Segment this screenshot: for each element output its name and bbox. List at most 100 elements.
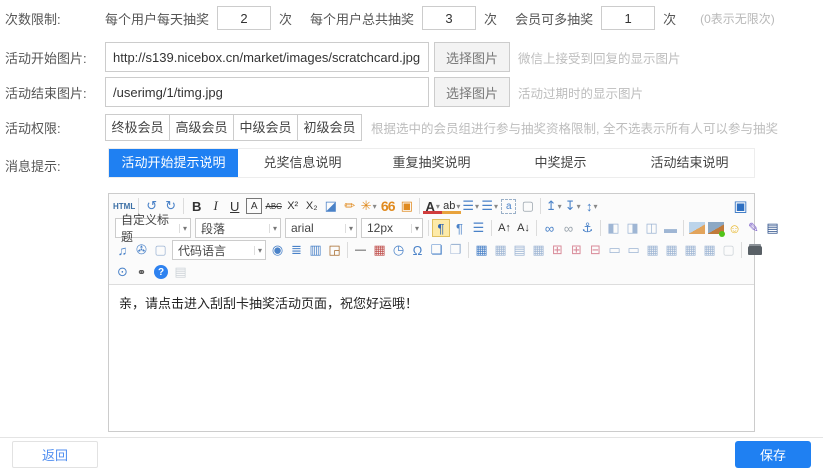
map-icon[interactable]: ❏ (427, 241, 446, 260)
superscript-icon[interactable]: X² (283, 197, 302, 216)
message-tab-1[interactable]: 兑奖信息说明 (238, 149, 367, 177)
blank-doc-icon[interactable]: ▢ (518, 197, 537, 216)
merge-cells-icon[interactable]: ▦ (643, 241, 662, 260)
music-icon[interactable]: ♫ (113, 241, 132, 260)
image-align-left-icon[interactable]: ◧ (604, 219, 623, 238)
highlight-color-icon[interactable]: ab▾ (442, 198, 461, 214)
message-tab-3[interactable]: 中奖提示 (496, 149, 625, 177)
member-level-option-2[interactable]: 中级会员 (233, 115, 297, 140)
start-image-pick-button[interactable]: 选择图片 (434, 42, 510, 72)
delete-row-icon[interactable]: ⊟ (586, 241, 605, 260)
clear-format-icon[interactable]: ✏ (340, 197, 359, 216)
insert-row-icon[interactable]: ⊞ (548, 241, 567, 260)
font-color-icon[interactable]: A▾ (423, 198, 442, 214)
merge-right-icon[interactable]: ▭ (605, 241, 624, 260)
message-tab-4[interactable]: 活动结束说明 (625, 149, 754, 177)
insert-col-icon[interactable]: ⊞ (567, 241, 586, 260)
print-icon[interactable] (745, 241, 764, 260)
unordered-list-icon[interactable]: ☰▾ (480, 197, 499, 216)
eraser-icon[interactable]: ◪ (321, 197, 340, 216)
bold-icon[interactable]: B (187, 197, 206, 216)
gmap-icon[interactable]: ❐ (446, 241, 465, 260)
font-size-select[interactable]: 12px▾ (361, 218, 423, 238)
upload-picture-icon[interactable] (706, 219, 725, 238)
delete-table-icon[interactable]: ▦ (491, 241, 510, 260)
toolbar-separator (347, 242, 348, 258)
toolbar-row: ♫✇▢代码语言▾◉≣▥◲—▦◷Ω❏❐▦▦▤▦⊞⊞⊟▭▭▦▦▦▦▢ (111, 239, 752, 261)
member-level-option-3[interactable]: 初级会员 (297, 115, 361, 140)
unlink-icon[interactable]: ∞ (559, 219, 578, 238)
strikethrough-icon[interactable]: ABC (264, 197, 283, 216)
code-language-select[interactable]: 代码语言▾ (172, 240, 266, 260)
table-title-icon[interactable]: ▤ (510, 241, 529, 260)
scrawl-icon[interactable]: ✎ (744, 219, 763, 238)
emotion-icon[interactable]: ☺ (725, 219, 744, 238)
row-spacing-icon[interactable]: ↧▾ (563, 197, 582, 216)
custom-title-select[interactable]: 自定义标题▾ (115, 218, 191, 238)
split-cells-icon[interactable]: ▦ (700, 241, 719, 260)
message-tab-0[interactable]: 活动开始提示说明 (109, 149, 238, 177)
italic-icon[interactable]: I (206, 197, 225, 216)
search-replace-icon[interactable]: ⚭ (132, 263, 151, 282)
daily-draw-limit-input[interactable] (217, 6, 271, 30)
anchor-icon[interactable]: a (501, 199, 516, 214)
split-col-icon[interactable]: ▦ (681, 241, 700, 260)
indent-icon[interactable]: ☰ (469, 219, 488, 238)
chevron-down-icon: ▾ (475, 202, 479, 211)
insert-frame-icon[interactable]: ▢ (151, 241, 170, 260)
table-header-icon[interactable]: ▦ (529, 241, 548, 260)
font-border-icon[interactable]: A (246, 198, 262, 214)
paragraph-select[interactable]: 段落▾ (195, 218, 281, 238)
start-image-url-input[interactable] (105, 42, 429, 72)
image-align-right-icon[interactable]: ◨ (623, 219, 642, 238)
limits-fields: 每个用户每天抽奖次每个用户总共抽奖次会员可多抽奖次 (105, 6, 694, 30)
save-button[interactable]: 保存 (735, 441, 811, 468)
insert-anchor-icon[interactable]: ⚓ (578, 219, 597, 238)
member-level-option-0[interactable]: 终极会员 (106, 115, 169, 140)
image-inline-icon[interactable]: ▬ (661, 219, 680, 238)
insert-title-icon[interactable]: ▣ (397, 197, 416, 216)
horizontal-rule-icon[interactable]: — (351, 241, 370, 260)
font-decrease-icon[interactable]: A↓ (514, 219, 533, 238)
subscript-icon[interactable]: X₂ (302, 197, 321, 216)
split-row-icon[interactable]: ▦ (662, 241, 681, 260)
clipboard-icon[interactable]: ▤ (171, 263, 190, 282)
underline-icon[interactable]: U (225, 197, 244, 216)
link-icon[interactable]: ∞ (540, 219, 559, 238)
back-button[interactable]: 返回 (12, 441, 98, 468)
end-image-url-input[interactable] (105, 77, 429, 107)
detab-icon[interactable]: ¶ (450, 219, 469, 238)
fullscreen-icon[interactable]: ▣ (731, 197, 750, 216)
merge-down-icon[interactable]: ▭ (624, 241, 643, 260)
font-family-select[interactable]: arial▾ (285, 218, 357, 238)
ordered-list-icon[interactable]: ☰▾ (461, 197, 480, 216)
entab-icon[interactable]: ¶ (432, 219, 450, 237)
total-draw-limit-input[interactable] (422, 6, 476, 30)
page-doc-icon[interactable]: ▢ (719, 241, 738, 260)
blockquote-icon[interactable]: 66 (378, 197, 397, 216)
format-doc-icon[interactable]: ≣ (287, 241, 306, 260)
insert-template-icon[interactable]: ▥ (306, 241, 325, 260)
insert-code-icon[interactable]: ◉ (268, 241, 287, 260)
indent-first-line-icon[interactable]: ↥▾ (544, 197, 563, 216)
preview-icon[interactable]: ⊙ (113, 263, 132, 282)
help-icon[interactable]: ? (154, 265, 168, 279)
toolbar-separator (536, 220, 537, 236)
end-image-pick-button[interactable]: 选择图片 (434, 77, 510, 107)
autotypeset-icon[interactable]: ✳▾ (359, 197, 378, 216)
member-extra-draw-input[interactable] (601, 6, 655, 30)
font-increase-icon[interactable]: A↑ (495, 219, 514, 238)
time-icon[interactable]: ◷ (389, 241, 408, 260)
attachment-icon[interactable]: ✇ (132, 241, 151, 260)
insert-picture-icon[interactable] (687, 219, 706, 238)
date-icon[interactable]: ▦ (370, 241, 389, 260)
image-center-icon[interactable]: ◫ (642, 219, 661, 238)
line-spacing-icon[interactable]: ↕▾ (582, 197, 601, 216)
insert-table-icon[interactable]: ▦ (472, 241, 491, 260)
editor-content[interactable]: 亲，请点击进入刮刮卡抽奖活动页面，祝您好运哦！ (109, 285, 754, 447)
special-char-icon[interactable]: Ω (408, 241, 427, 260)
message-tab-2[interactable]: 重复抽奖说明 (367, 149, 496, 177)
insert-video-icon[interactable]: ▤ (763, 219, 782, 238)
member-level-option-1[interactable]: 高级会员 (169, 115, 233, 140)
snapscreen-icon[interactable]: ◲ (325, 241, 344, 260)
